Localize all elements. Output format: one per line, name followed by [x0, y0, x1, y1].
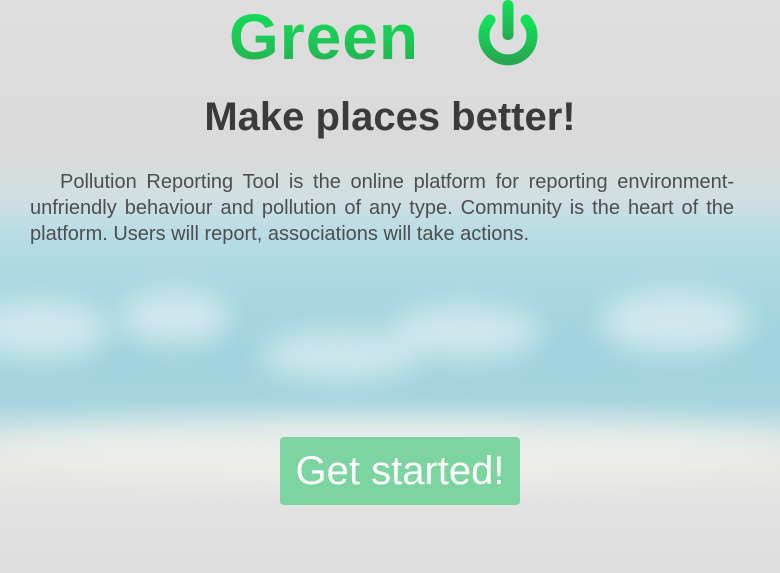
green-logo[interactable]: Green: [229, 0, 539, 73]
power-icon: [478, 0, 538, 66]
page-heading: Make places better!: [204, 95, 576, 139]
cloud-decoration: [120, 290, 230, 345]
logo-wordmark: Green: [229, 1, 419, 73]
get-started-button[interactable]: Get started!: [280, 437, 520, 505]
cloud-decoration: [0, 300, 110, 360]
cloud-decoration: [390, 305, 540, 360]
cloud-decoration: [600, 290, 750, 355]
platform-description: Pollution Reporting Tool is the online p…: [30, 171, 734, 245]
